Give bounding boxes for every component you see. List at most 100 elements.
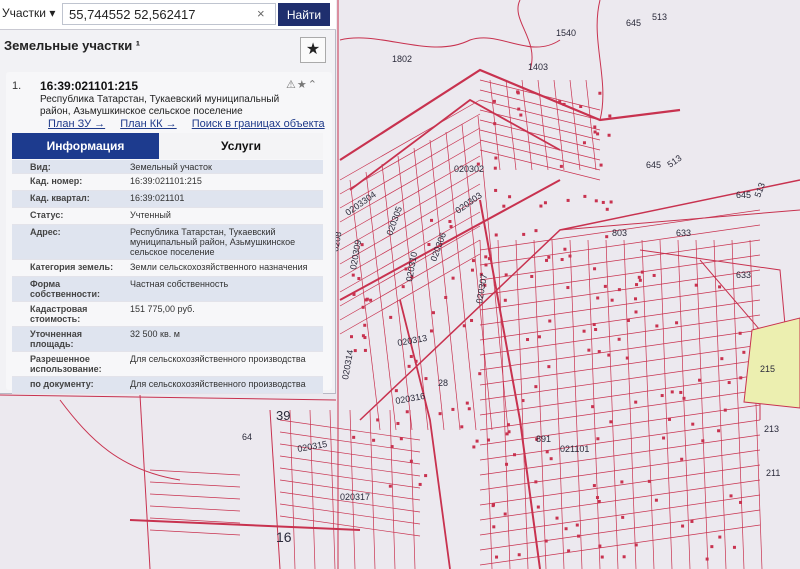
building-mark [522,232,526,236]
building-mark [694,283,698,287]
info-label: Категория земель: [30,262,114,272]
building-mark [467,407,471,411]
building-mark [475,439,479,443]
building-mark [732,545,736,549]
building-mark [530,274,534,278]
building-mark [617,337,621,341]
building-mark [682,396,686,400]
building-mark [363,348,367,352]
building-mark [620,480,624,484]
building-mark [603,284,607,288]
building-mark [363,323,367,327]
info-value: Земельный участок [130,162,212,172]
info-row: Уточненная площадь: 32 500 кв. м [12,327,323,352]
building-mark [597,499,601,503]
building-mark [491,504,495,508]
building-mark [626,319,630,323]
info-label: Кад. номер: [30,176,83,186]
building-mark [691,422,695,426]
clear-icon[interactable]: × [257,6,265,21]
building-mark [507,430,511,434]
building-mark [675,321,679,325]
building-mark [394,389,398,393]
tab-information[interactable]: Информация [12,133,159,159]
building-mark [680,457,684,461]
building-mark [539,204,543,208]
building-mark [472,445,476,449]
info-label: Форма собственности: [30,279,100,299]
building-mark [431,311,435,315]
building-mark [596,296,600,300]
info-value: 32 500 кв. м [130,329,180,339]
building-mark [506,423,510,427]
building-mark [369,298,373,302]
building-mark [372,438,376,442]
map-label: 64 [242,432,252,442]
building-mark [430,218,434,222]
tab-services[interactable]: Услуги [159,133,323,159]
building-mark [654,498,658,502]
building-mark [352,435,356,439]
star-icon[interactable]: ★ [300,37,326,63]
building-mark [635,283,639,287]
highlighted-parcel[interactable] [743,317,800,409]
map-label: 021101 [560,444,589,454]
building-mark [637,275,641,279]
building-mark [720,357,724,361]
building-mark [638,278,642,282]
panel-title: Земельные участки ¹ [4,38,141,53]
building-mark [534,480,538,484]
building-mark [470,318,474,322]
result-tool-icons[interactable]: ⚠★⌃ [286,78,318,91]
building-mark [486,438,490,442]
map-label: 1802 [392,54,412,64]
building-mark [662,436,666,440]
map-label: 020302 [454,164,484,174]
building-mark [592,484,596,488]
info-value: Учтенный [130,210,171,220]
building-mark [610,298,614,302]
building-mark [679,390,683,394]
building-mark [521,399,525,403]
result-cad-number[interactable]: 16:39:021101:215 [40,79,138,93]
layer-dropdown[interactable]: Участки ▾ [2,6,55,20]
building-mark [465,401,469,405]
building-mark [640,270,644,274]
building-mark [739,376,743,380]
building-mark [534,385,538,389]
map-label: 1540 [556,28,576,38]
building-mark [710,545,714,549]
building-mark [608,114,612,118]
find-button[interactable]: Найти [278,3,330,26]
building-mark [592,323,596,327]
building-mark [493,166,497,170]
info-value: 16:39:021101:215 [130,176,202,186]
building-mark [594,327,598,331]
info-row: Категория земель: Земли сельскохозяйствен… [12,260,323,277]
building-mark [622,555,626,559]
building-mark [605,235,609,239]
parcel-panel: Земельные участки ¹ ★ 1. 16:39:021101:21… [0,30,336,394]
search-input[interactable] [62,3,276,25]
building-mark [361,305,365,309]
building-mark [405,410,409,414]
plan-kk-link[interactable]: План КК → [120,118,176,130]
building-mark [388,484,392,488]
building-mark [717,429,721,433]
building-mark [351,273,355,277]
building-mark [609,200,613,204]
building-mark [502,204,506,208]
building-mark [390,445,394,449]
building-mark [471,259,475,263]
building-mark [591,405,595,409]
map-label: 16 [276,529,292,545]
info-label: Статус: [30,210,64,220]
map-label: 645 [646,160,661,170]
building-mark [742,350,746,354]
building-mark [727,381,731,385]
building-mark [559,164,563,168]
map-label: 28 [438,378,448,388]
building-mark [595,496,599,500]
plan-zu-link[interactable]: План ЗУ → [48,118,105,130]
building-mark [634,543,638,547]
